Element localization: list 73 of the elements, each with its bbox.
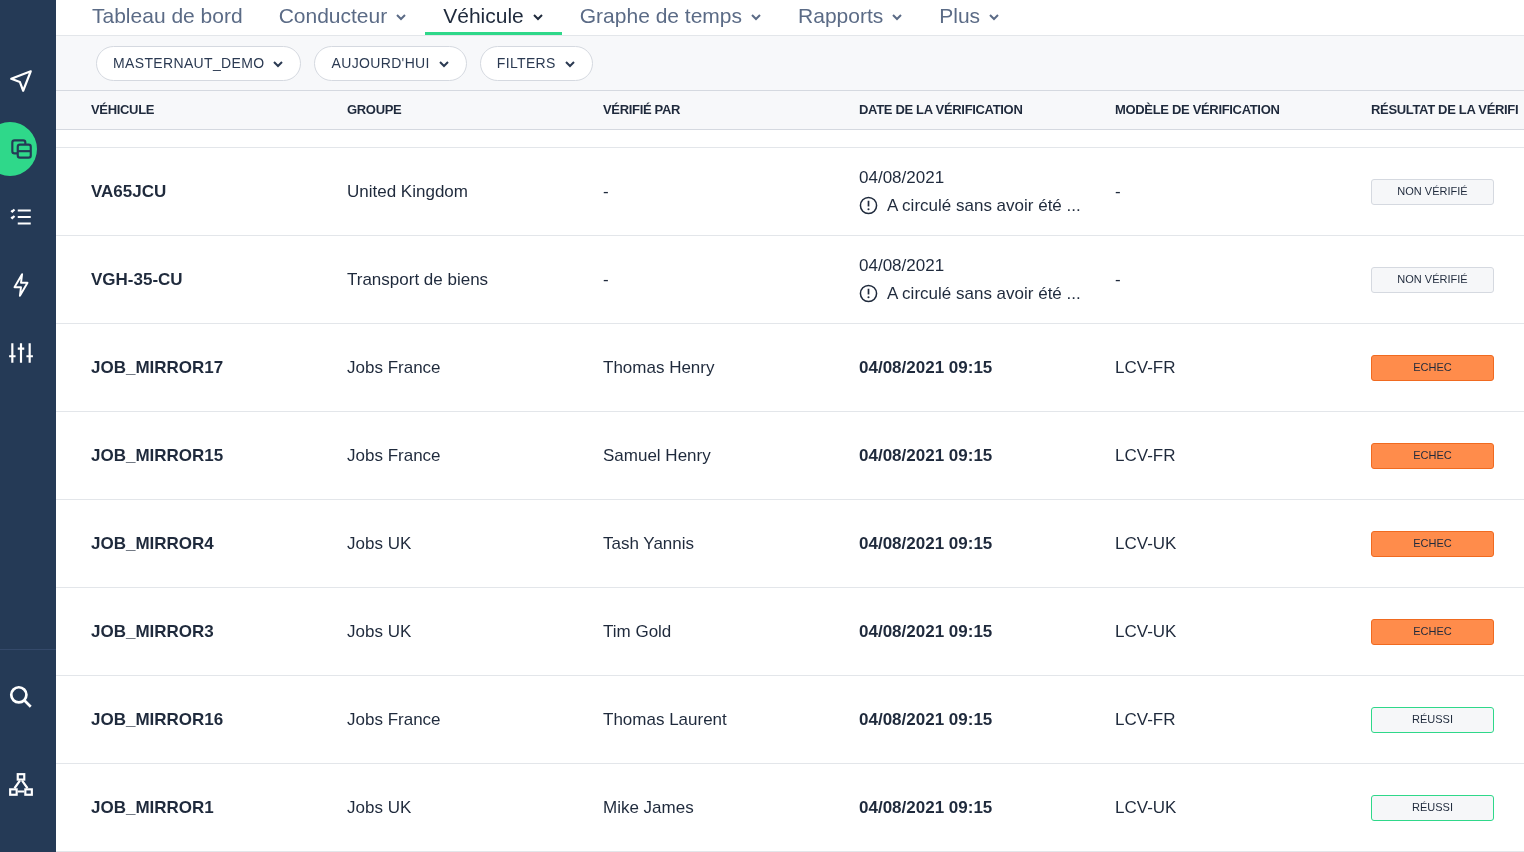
warning-icon xyxy=(859,283,878,303)
table-cell-text: Tim Gold xyxy=(603,620,673,643)
table-cell-text: 04/08/2021 09:15 xyxy=(859,444,994,467)
table-cell-text: VGH-35-CU xyxy=(91,268,184,291)
table-cell-text: A circulé sans avoir été ... xyxy=(887,282,1081,305)
network-icon xyxy=(8,772,34,798)
table-cell-text: 04/08/2021 xyxy=(859,167,946,189)
warning-icon xyxy=(859,195,878,215)
status-badge: ECHEC xyxy=(1371,442,1494,469)
status-badge: ECHEC xyxy=(1371,618,1494,645)
column-header: DATE DE LA VÉRIFICATION xyxy=(859,101,1024,120)
table-cell-text: Jobs France xyxy=(347,708,442,731)
table-cell-text: - xyxy=(1115,268,1122,291)
table-cell-text: LCV-UK xyxy=(1115,796,1178,819)
table-cell-text: JOB_MIRROR3 xyxy=(91,620,215,643)
table-cell-text: Mike James xyxy=(603,796,695,819)
column-header: VÉHICULE xyxy=(91,101,156,120)
table-cell-text: JOB_MIRROR15 xyxy=(91,444,225,467)
status-badge: ECHEC xyxy=(1371,354,1494,381)
table-cell-text: Jobs UK xyxy=(347,796,413,819)
status-badge: RÉUSSI xyxy=(1371,794,1494,821)
chevron-down-icon xyxy=(437,60,450,69)
table-cell-text: LCV-FR xyxy=(1115,356,1177,379)
status-badge: NON VÉRIFIÉ xyxy=(1371,178,1494,205)
table-cell-text: 04/08/2021 09:15 xyxy=(859,532,994,555)
column-header: MODÈLE DE VÉRIFICATION xyxy=(1115,101,1281,120)
table-cell-text: Jobs France xyxy=(347,356,442,379)
nav-tab[interactable]: Plus xyxy=(921,0,1019,36)
status-badge: NON VÉRIFIÉ xyxy=(1371,266,1494,293)
table-cell-text: LCV-UK xyxy=(1115,532,1178,555)
table-cell-text: JOB_MIRROR16 xyxy=(91,708,225,731)
nav-tab[interactable]: Rapports xyxy=(780,0,922,36)
table-cell-text: 04/08/2021 09:15 xyxy=(859,356,994,379)
table-cell-text: Tash Yannis xyxy=(603,532,696,555)
table-cell-text: JOB_MIRROR17 xyxy=(91,356,225,379)
table-cell-text: Samuel Henry xyxy=(603,444,712,467)
table-cell-text: Thomas Laurent xyxy=(603,708,728,731)
search-icon xyxy=(8,684,34,710)
column-header: RÉSULTAT DE LA VÉRIFI xyxy=(1371,101,1520,120)
filter-dropdown[interactable]: MASTERNAUT_DEMO xyxy=(96,45,302,81)
status-badge: RÉUSSI xyxy=(1371,706,1494,733)
table-cell-text: 04/08/2021 09:15 xyxy=(859,620,994,643)
table-cell-text: - xyxy=(1115,180,1122,203)
table-cell-text: 04/08/2021 xyxy=(859,255,946,277)
table-cell-text: 04/08/2021 09:15 xyxy=(859,708,994,731)
table-cell-text: Transport de biens xyxy=(347,268,490,291)
table-cell-text: VA65JCU xyxy=(91,180,168,203)
status-badge: ECHEC xyxy=(1371,530,1494,557)
column-header: VÉRIFIÉ PAR xyxy=(603,101,682,120)
table-cell-text: LCV-FR xyxy=(1115,444,1177,467)
nav-tab[interactable]: Tableau de bord xyxy=(74,0,261,36)
table-cell-text: Jobs France xyxy=(347,444,442,467)
table-cell-text: Jobs UK xyxy=(347,620,413,643)
table-cell-text: LCV-UK xyxy=(1115,620,1178,643)
table-cell-text: 04/08/2021 09:15 xyxy=(859,796,994,819)
table-cell-text: JOB_MIRROR1 xyxy=(91,796,215,819)
nav-tab[interactable]: Graphe de temps xyxy=(561,0,781,36)
chevron-down-icon xyxy=(272,60,285,69)
table-cell-text: Thomas Henry xyxy=(603,356,716,379)
sliders-icon xyxy=(8,340,34,366)
table-cell-text: United Kingdom xyxy=(347,180,469,203)
send-icon xyxy=(8,68,34,94)
table-cell-text: A circulé sans avoir été ... xyxy=(887,194,1081,217)
nav-tab[interactable]: Conducteur xyxy=(260,0,426,36)
filter-dropdown[interactable]: FILTERS xyxy=(479,45,593,81)
table-cell-text: LCV-FR xyxy=(1115,708,1177,731)
table-cell-text: - xyxy=(603,180,610,203)
table-cell-text: JOB_MIRROR4 xyxy=(91,532,215,555)
column-header: GROUPE xyxy=(347,101,403,120)
table-cell-text: - xyxy=(603,268,610,291)
table-cell-text: Jobs UK xyxy=(347,532,413,555)
chevron-down-icon xyxy=(563,60,576,69)
filter-dropdown[interactable]: AUJOURD'HUI xyxy=(314,45,467,81)
